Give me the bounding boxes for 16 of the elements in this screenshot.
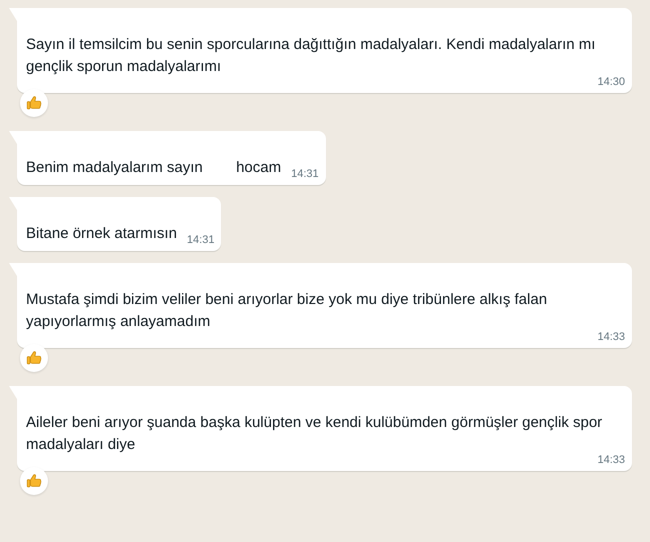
thumbs-up-icon xyxy=(25,472,43,490)
message-time: 14:33 xyxy=(596,331,625,344)
message-text: Benim madalyalarım sayın hocam xyxy=(26,158,282,178)
thumbs-up-reaction[interactable] xyxy=(20,467,48,495)
message-time: 14:30 xyxy=(596,76,625,89)
message-time: 14:31 xyxy=(186,234,214,247)
message-time: 14:33 xyxy=(596,454,625,467)
thumbs-up-reaction[interactable] xyxy=(20,344,48,372)
message-text: Bitane örnek atarmısın xyxy=(26,224,177,244)
thumbs-up-icon xyxy=(25,349,43,367)
message-text: Aileler beni arıyor şuanda başka kulüpten ve kendi kulübümden görmüşler gençlik spor madalyaları diye xyxy=(26,413,604,455)
thumbs-up-icon xyxy=(25,94,43,112)
message-text: Sayın il temsilcim bu senin sporcularına dağıttığın madalyaları. Kendi madalyaların mı gençlik sporun madalyalarımı xyxy=(26,35,596,77)
message-text: Mustafa şimdi bizim veliler beni arıyorlar bize yok mu diye tribünlere alkış falan yapıyorlarmış anlayamadım xyxy=(26,290,548,332)
thumbs-up-reaction[interactable] xyxy=(20,89,48,117)
message-time: 14:31 xyxy=(290,168,319,181)
